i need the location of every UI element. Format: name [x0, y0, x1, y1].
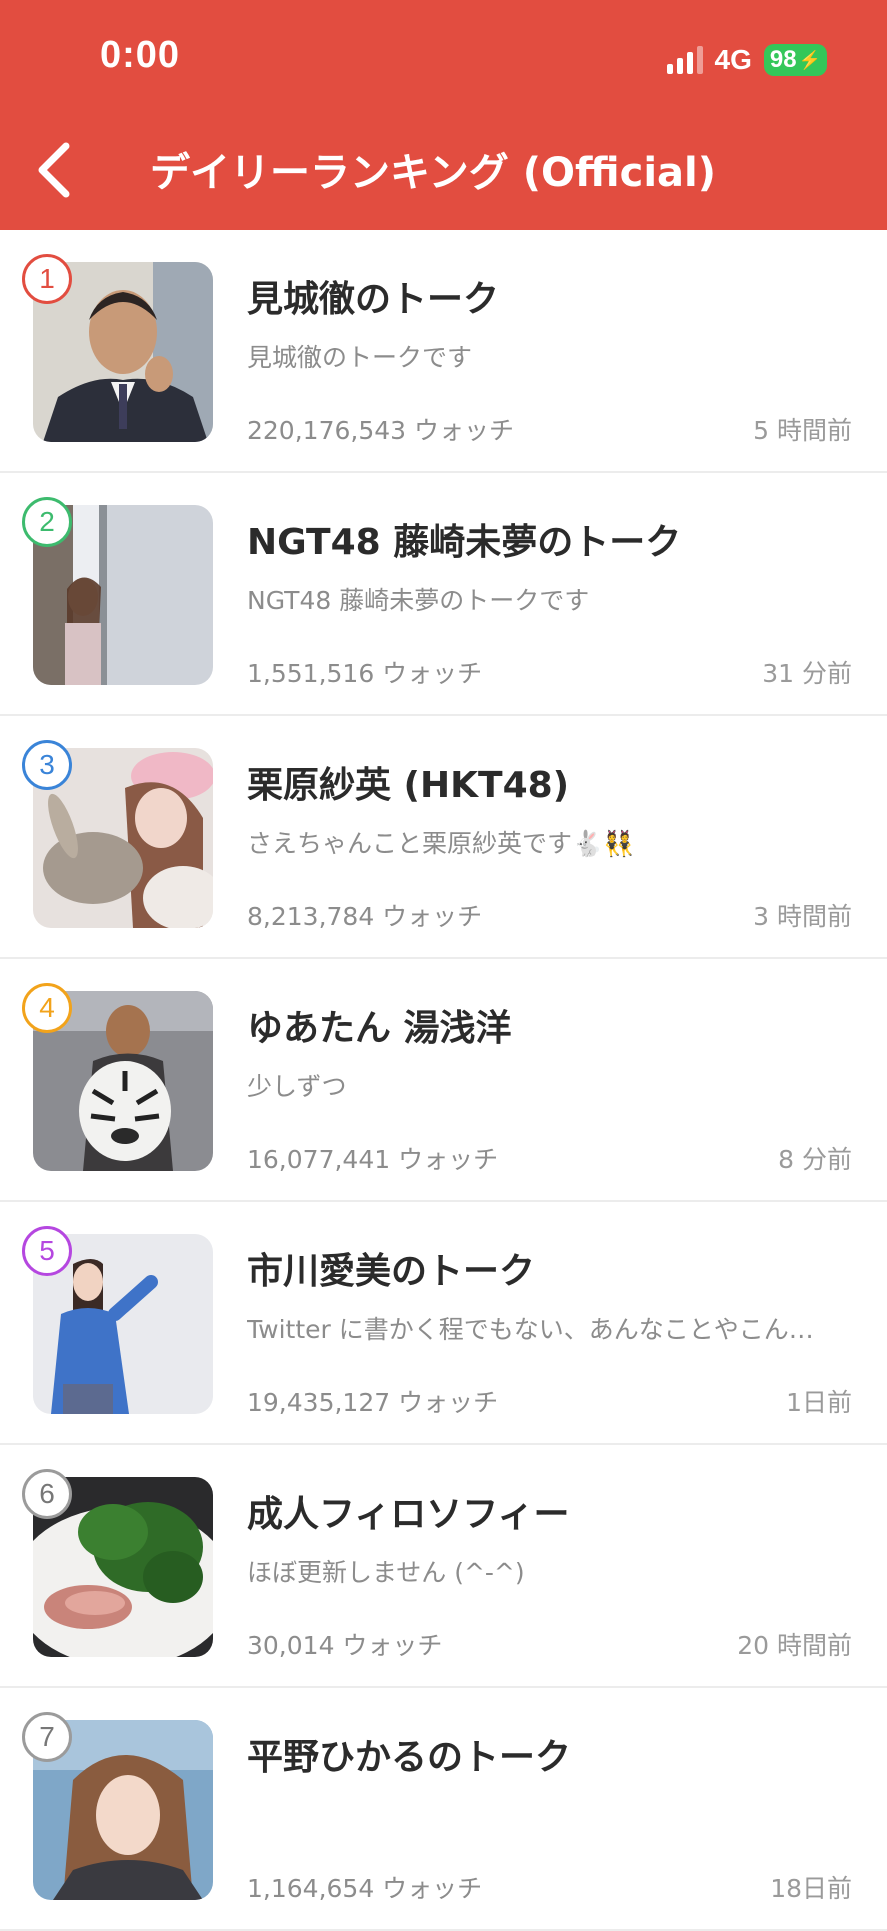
talk-name: 見城徹のトーク	[247, 279, 500, 320]
ranking-row[interactable]: 4 ゆあたん 湯浅洋 少しずつ 16,077,441 ウォッチ 8 分前	[0, 959, 887, 1202]
watch-count: 1,164,654 ウォッチ	[247, 1874, 483, 1903]
battery-icon: 98 ⚡	[763, 44, 827, 76]
talk-description: ほぼ更新しません (^-^)	[247, 1558, 525, 1587]
ranking-list: 1 見城徹のトーク 見城徹のトークです 220,176,543 ウォッチ 5 時…	[0, 230, 887, 1931]
status-indicators: 4G 98 ⚡	[666, 42, 827, 78]
rank-badge: 3	[22, 740, 72, 790]
ranking-row[interactable]: 5 市川愛美のトーク Twitter に書かく程でもない、あんなことやこん… 1…	[0, 1202, 887, 1445]
talk-description: 少しずつ	[247, 1072, 347, 1101]
rank-badge: 6	[22, 1469, 72, 1519]
last-updated: 1日前	[786, 1388, 852, 1417]
back-button[interactable]	[24, 130, 84, 210]
charging-bolt-icon: ⚡	[798, 49, 821, 70]
rank-badge: 2	[22, 497, 72, 547]
rank-badge: 7	[22, 1712, 72, 1762]
rank-badge: 1	[22, 254, 72, 304]
chevron-left-icon	[38, 142, 70, 198]
last-updated: 5 時間前	[753, 416, 852, 445]
last-updated: 18日前	[770, 1874, 852, 1903]
page-title: デイリーランキング (Official)	[150, 150, 717, 196]
talk-description: 見城徹のトークです	[247, 343, 473, 372]
talk-description: Twitter に書かく程でもない、あんなことやこん…	[247, 1315, 814, 1344]
ranking-row[interactable]: 6 成人フィロソフィー ほぼ更新しません (^-^) 30,014 ウォッチ 2…	[0, 1445, 887, 1688]
watch-count: 220,176,543 ウォッチ	[247, 416, 514, 445]
rank-badge: 4	[22, 983, 72, 1033]
last-updated: 3 時間前	[753, 902, 852, 931]
talk-description: NGT48 藤崎未夢のトークです	[247, 586, 590, 615]
last-updated: 20 時間前	[737, 1631, 852, 1660]
network-type: 4G	[714, 44, 752, 75]
watch-count: 19,435,127 ウォッチ	[247, 1388, 499, 1417]
talk-name: 市川愛美のトーク	[247, 1251, 536, 1292]
status-time: 0:00	[100, 34, 181, 76]
last-updated: 8 分前	[778, 1145, 852, 1174]
rank-badge: 5	[22, 1226, 72, 1276]
talk-description: さえちゃんこと栗原紗英です🐇👯	[247, 829, 635, 858]
talk-name: 栗原紗英 (HKT48)	[247, 765, 570, 806]
ranking-row[interactable]: 1 見城徹のトーク 見城徹のトークです 220,176,543 ウォッチ 5 時…	[0, 230, 887, 473]
ranking-row[interactable]: 7 平野ひかるのトーク 1,164,654 ウォッチ 18日前	[0, 1688, 887, 1931]
last-updated: 31 分前	[762, 659, 852, 688]
talk-name: NGT48 藤崎未夢のトーク	[247, 522, 682, 563]
signal-icon	[666, 46, 703, 74]
talk-name: 平野ひかるのトーク	[247, 1737, 572, 1778]
talk-name: ゆあたん 湯浅洋	[247, 1008, 512, 1049]
app-header: 0:00 4G 98 ⚡ デイリーランキング (Official)	[0, 0, 887, 230]
watch-count: 30,014 ウォッチ	[247, 1631, 443, 1660]
watch-count: 16,077,441 ウォッチ	[247, 1145, 499, 1174]
battery-level: 98	[769, 46, 797, 73]
talk-name: 成人フィロソフィー	[247, 1494, 570, 1535]
ranking-row[interactable]: 3 栗原紗英 (HKT48) さえちゃんこと栗原紗英です🐇👯 8,213,784…	[0, 716, 887, 959]
watch-count: 1,551,516 ウォッチ	[247, 659, 483, 688]
ranking-row[interactable]: 2 NGT48 藤崎未夢のトーク NGT48 藤崎未夢のトークです 1,551,…	[0, 473, 887, 716]
watch-count: 8,213,784 ウォッチ	[247, 902, 483, 931]
